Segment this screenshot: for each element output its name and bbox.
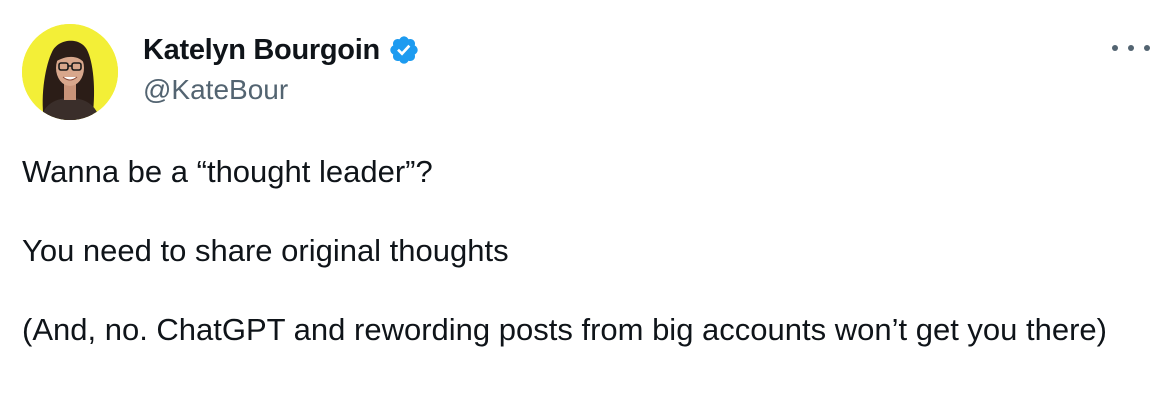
author-name-row: Katelyn Bourgoin bbox=[143, 30, 420, 70]
tweet-text-paragraph: You need to share original thoughts bbox=[22, 233, 509, 268]
more-horizontal-icon bbox=[1144, 45, 1150, 51]
more-horizontal-icon bbox=[1112, 45, 1118, 51]
more-options-button[interactable] bbox=[1112, 36, 1150, 60]
tweet-text-paragraph: (And, no. ChatGPT and rewording posts fr… bbox=[22, 312, 1107, 347]
verified-badge-icon bbox=[388, 34, 420, 66]
tweet-text-paragraph: Wanna be a “thought leader”? bbox=[22, 154, 433, 189]
avatar-photo bbox=[22, 24, 118, 120]
avatar[interactable] bbox=[22, 24, 118, 120]
author-display-name[interactable]: Katelyn Bourgoin bbox=[143, 30, 380, 70]
tweet-card: Katelyn Bourgoin @KateBour Wanna be a “t… bbox=[0, 0, 1172, 410]
author-handle[interactable]: @KateBour bbox=[143, 70, 288, 110]
more-horizontal-icon bbox=[1128, 45, 1134, 51]
